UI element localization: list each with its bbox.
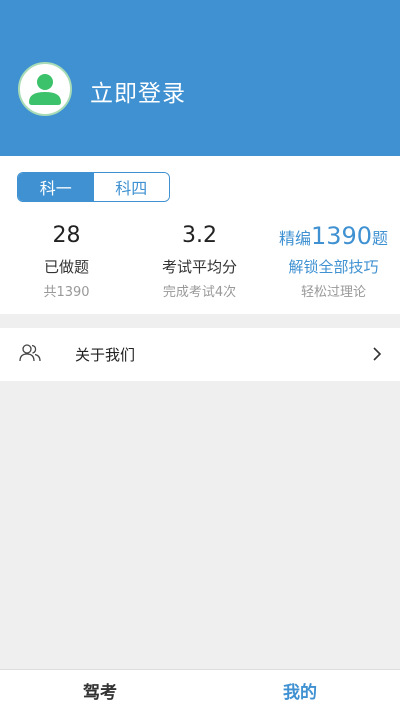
done-total: 共1390 [43, 285, 90, 300]
tab-driving-exam[interactable]: 驾考 [0, 670, 200, 710]
tab-mine[interactable]: 我的 [200, 670, 400, 710]
tab-subject-1[interactable]: 科一 [18, 173, 94, 201]
stat-average[interactable]: 3.2 考试平均分 完成考试4次 [133, 220, 266, 300]
stat-done[interactable]: 28 已做题 共1390 [0, 220, 133, 300]
promo-sub: 轻松过理论 [300, 285, 366, 300]
promo-headline: 精编1390题 [267, 220, 400, 252]
about-us-label: 关于我们 [75, 346, 136, 364]
about-us-row[interactable]: 关于我们 [0, 328, 400, 381]
promo-suffix: 题 [372, 229, 389, 248]
exam-count: 完成考试4次 [162, 285, 237, 300]
promo-unlock[interactable]: 精编1390题 解锁全部技巧 轻松过理论 [267, 220, 400, 300]
average-score: 3.2 [182, 223, 217, 248]
done-count: 28 [52, 223, 81, 248]
profile-header: 立即登录 [0, 0, 400, 156]
chevron-right-icon [373, 347, 382, 361]
promo-count: 1390 [310, 222, 373, 250]
avatar[interactable] [18, 62, 72, 116]
average-label: 考试平均分 [161, 258, 237, 276]
subject-segmented-control: 科一 科四 [17, 172, 170, 202]
user-avatar-icon [23, 67, 67, 111]
bottom-tab-bar: 驾考 我的 [0, 669, 400, 710]
promo-label: 解锁全部技巧 [288, 258, 379, 276]
stats-panel: 科一 科四 28 已做题 共1390 3.2 考试平均分 完成考试4次 精编13… [0, 156, 400, 314]
promo-prefix: 精编 [278, 229, 311, 248]
done-label: 已做题 [43, 258, 89, 276]
users-icon [19, 344, 41, 362]
login-link[interactable]: 立即登录 [90, 74, 186, 108]
tab-subject-4[interactable]: 科四 [93, 173, 169, 201]
